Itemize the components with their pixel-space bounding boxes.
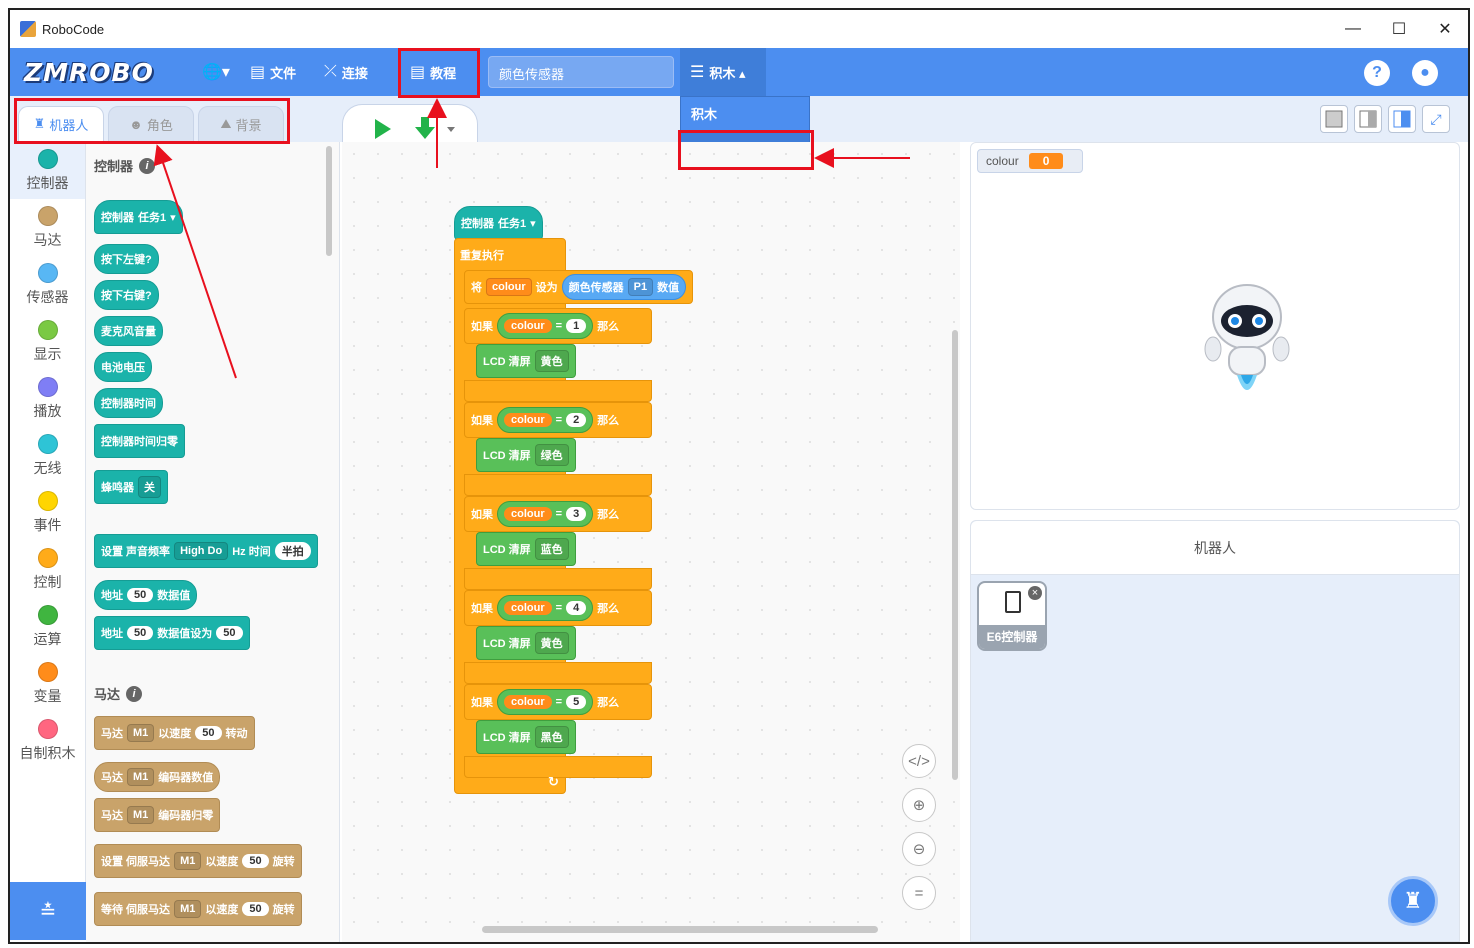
- app-window: RoboCode — ☐ ✕ ZMROBO 🌐▾ ▤ 文件 ⤫ 连接 ▤ 教程 …: [8, 8, 1470, 944]
- annotation-arrows: [153, 98, 910, 379]
- arrow-to-tabs: [153, 144, 237, 379]
